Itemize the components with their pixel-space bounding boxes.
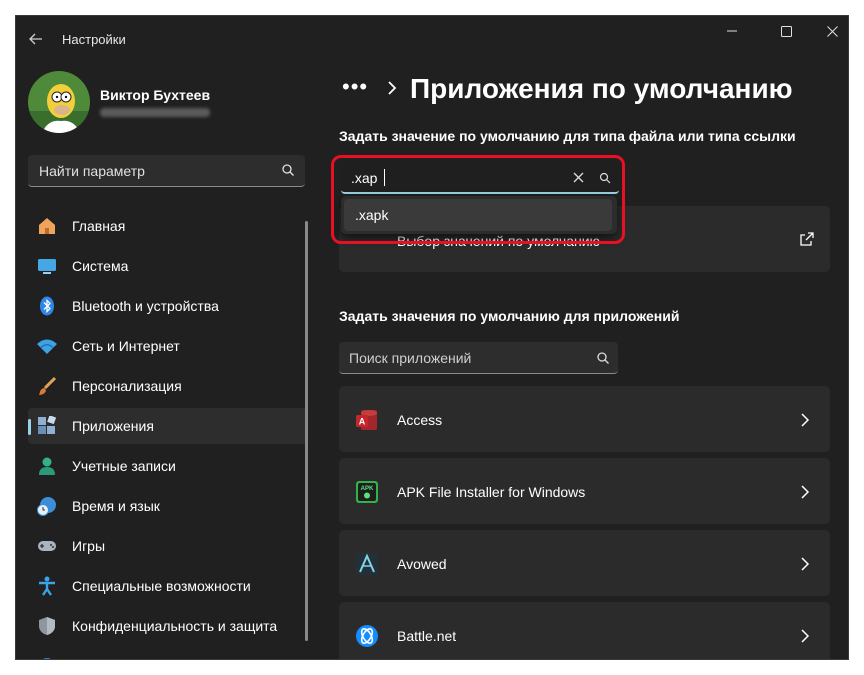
chevron-right-icon [801, 629, 810, 643]
sidebar-item-more[interactable] [28, 648, 308, 659]
maximize-icon [780, 25, 792, 37]
sidebar-item-network[interactable]: Сеть и Интернет [28, 328, 308, 364]
sidebar-item-label: Сеть и Интернет [72, 338, 180, 354]
app-name: Avowed [397, 556, 447, 572]
sidebar-item-label: Персонализация [72, 378, 182, 394]
chevron-right-icon [388, 81, 397, 95]
filetype-section-title: Задать значение по умолчанию для типа фа… [339, 128, 796, 144]
svg-text:APK: APK [361, 486, 374, 492]
breadcrumb-more-button[interactable]: ••• [342, 74, 368, 100]
avowed-icon [356, 553, 378, 575]
sidebar-item-privacy[interactable]: Конфиденциальность и защита [28, 608, 308, 644]
highlight-annotation [331, 155, 625, 244]
settings-window: Настройки Виктор Бухтеев Найти параметр [16, 16, 848, 659]
sidebar-item-label: Bluetooth и устройства [72, 298, 219, 314]
search-icon [282, 164, 294, 176]
avatar[interactable] [28, 71, 90, 133]
page-title: Приложения по умолчанию [410, 73, 793, 104]
app-row-avowed[interactable]: Avowed [339, 530, 830, 596]
search-placeholder: Найти параметр [39, 163, 145, 179]
bluetooth-icon [37, 296, 57, 316]
sidebar-item-label: Специальные возможности [72, 578, 251, 594]
sidebar-item-apps[interactable]: Приложения [28, 408, 308, 444]
shield-icon [37, 616, 57, 636]
sidebar-item-accessibility[interactable]: Специальные возможности [28, 568, 308, 604]
access-icon: A [356, 410, 377, 430]
chevron-right-icon [801, 485, 810, 499]
sidebar-item-label: Время и язык [72, 498, 160, 514]
app-row-apk-installer[interactable]: APK APK File Installer for Windows [339, 458, 830, 524]
apps-search-input[interactable]: Поиск приложений [339, 342, 618, 374]
svg-text:A: A [359, 417, 366, 427]
sidebar-item-label: Приложения [72, 418, 154, 434]
apk-installer-icon: APK [356, 481, 378, 503]
person-icon [37, 456, 57, 476]
settings-search-input[interactable]: Найти параметр [28, 155, 305, 187]
accessibility-icon [37, 576, 57, 596]
user-name: Виктор Бухтеев [100, 87, 211, 103]
minimize-button[interactable] [709, 16, 755, 46]
sidebar-item-label: Учетные записи [72, 458, 176, 474]
sidebar-item-gaming[interactable]: Игры [28, 528, 308, 564]
close-icon [826, 25, 838, 37]
active-indicator [28, 419, 31, 435]
sidebar-item-system[interactable]: Система [28, 248, 308, 284]
brush-icon [37, 376, 57, 396]
chevron-right-icon [801, 557, 810, 571]
sidebar-item-home[interactable]: Главная [28, 208, 308, 244]
sidebar-item-label: Игры [72, 538, 106, 554]
user-email-redacted [100, 108, 210, 117]
close-button[interactable] [809, 16, 848, 46]
app-row-access[interactable]: A Access [339, 386, 830, 452]
sidebar-item-time-language[interactable]: Время и язык [28, 488, 308, 524]
chevron-right-icon [801, 413, 810, 427]
battlenet-icon [356, 625, 378, 647]
maximize-button[interactable] [763, 16, 809, 46]
app-name: Access [397, 412, 443, 428]
open-external-icon [800, 232, 814, 246]
sidebar-scrollbar[interactable] [305, 221, 308, 641]
home-icon [37, 216, 57, 236]
avatar-image [28, 71, 90, 133]
sidebar-item-bluetooth[interactable]: Bluetooth и устройства [28, 288, 308, 324]
windows-update-icon [37, 656, 57, 659]
apps-icon [37, 416, 57, 436]
apps-section-title: Задать значения по умолчанию для приложе… [339, 308, 680, 324]
minimize-icon [727, 30, 737, 32]
monitor-icon [37, 256, 57, 276]
search-icon [597, 352, 609, 364]
wifi-icon [37, 336, 57, 356]
app-name: Battle.net [397, 628, 457, 644]
app-title: Настройки [62, 32, 126, 47]
title-bar: Настройки [16, 16, 848, 62]
apps-search-placeholder: Поиск приложений [349, 350, 472, 366]
app-name: APK File Installer for Windows [397, 484, 586, 500]
sidebar-item-label: Конфиденциальность и защита [72, 618, 278, 634]
sidebar-item-accounts[interactable]: Учетные записи [28, 448, 308, 484]
gamepad-icon [37, 536, 57, 556]
sidebar-item-personalization[interactable]: Персонализация [28, 368, 308, 404]
sidebar-item-label: Система [72, 258, 129, 274]
clock-globe-icon [37, 496, 57, 516]
sidebar-item-label: Главная [72, 218, 126, 234]
app-row-battlenet[interactable]: Battle.net [339, 602, 830, 659]
arrow-left-icon [29, 33, 42, 45]
back-button[interactable] [24, 28, 48, 50]
